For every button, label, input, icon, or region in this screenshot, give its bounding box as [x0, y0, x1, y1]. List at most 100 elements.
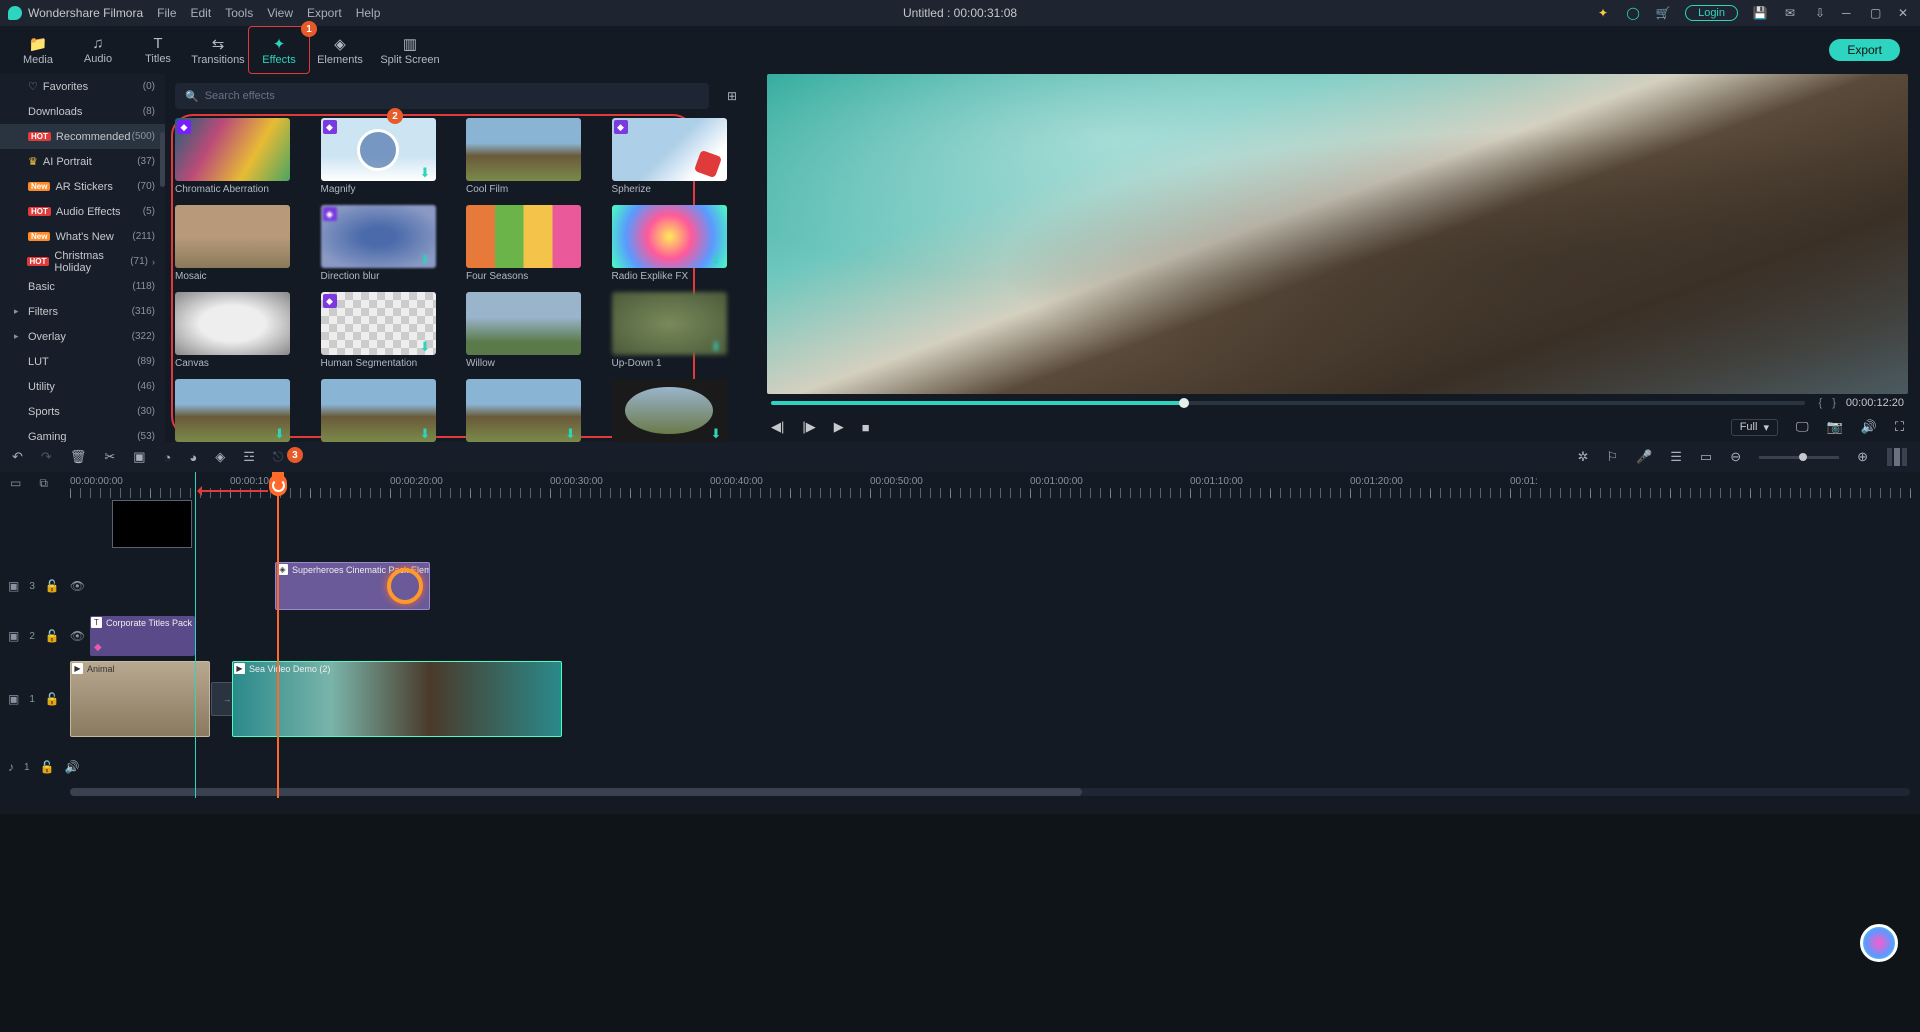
effect-thumb[interactable]: ◆: [175, 118, 290, 181]
zoom-in-button[interactable]: ⊕: [1857, 449, 1868, 465]
effect-item[interactable]: ◆Spherize: [612, 118, 727, 195]
effect-item[interactable]: ◆Chromatic Aberration: [175, 118, 290, 195]
tips-icon[interactable]: ✦: [1595, 5, 1611, 21]
eye-icon[interactable]: 👁: [70, 629, 85, 643]
split-button[interactable]: ✂: [104, 449, 115, 465]
timeline-ruler[interactable]: ▭ ⧉ 00:00:00:0000:00:10:0000:00:20:0000:…: [0, 472, 1920, 498]
keyframe-button[interactable]: ⎋: [273, 449, 283, 464]
sidebar-item-what-s-new[interactable]: NewWhat's New(211): [0, 224, 165, 249]
login-button[interactable]: Login: [1685, 5, 1738, 21]
effect-thumb[interactable]: [175, 205, 290, 268]
effect-item[interactable]: Canvas: [175, 292, 290, 369]
mark-in-icon[interactable]: {: [1819, 397, 1823, 409]
tab-media[interactable]: 📁Media: [8, 27, 68, 73]
effect-item[interactable]: ◆⬇Human Segmentation: [321, 292, 436, 369]
menu-help[interactable]: Help: [356, 6, 381, 20]
sidebar-item-ai-portrait[interactable]: ♛AI Portrait(37): [0, 149, 165, 174]
effect-thumb[interactable]: [466, 292, 581, 355]
download-icon[interactable]: ⬇: [420, 252, 434, 266]
effect-thumb[interactable]: ⬇: [466, 379, 581, 442]
download-icon[interactable]: ⬇: [274, 426, 288, 440]
sidebar-item-audio-effects[interactable]: HOTAudio Effects(5): [0, 199, 165, 224]
tab-split-screen[interactable]: ▥Split Screen: [370, 27, 450, 73]
lock-icon[interactable]: 🔓: [40, 760, 55, 774]
sidebar-item-overlay[interactable]: ▸Overlay(322): [0, 324, 165, 349]
tab-effects[interactable]: ✦Effects: [249, 27, 309, 73]
notification-icon[interactable]: ✉: [1782, 5, 1798, 21]
clip-titles[interactable]: T Corporate Titles Pack ◆: [90, 616, 195, 656]
sidebar-item-favorites[interactable]: ♡Favorites(0): [0, 74, 165, 99]
preview-scrubber[interactable]: { } 00:00:12:20: [767, 394, 1908, 412]
close-button[interactable]: ✕: [1898, 6, 1912, 20]
effect-item[interactable]: Mosaic: [175, 205, 290, 282]
tab-titles[interactable]: TTitles: [128, 27, 188, 73]
tab-audio[interactable]: ♫Audio: [68, 27, 128, 73]
download-icon[interactable]: ⬇: [711, 339, 725, 353]
effect-item[interactable]: ⬇: [466, 379, 581, 445]
effect-thumb[interactable]: ⬇: [321, 379, 436, 442]
redo-button[interactable]: ↷: [41, 449, 52, 465]
sidebar-item-basic[interactable]: Basic(118): [0, 274, 165, 299]
effect-thumb[interactable]: ◆: [612, 118, 727, 181]
tab-elements[interactable]: ◈Elements: [310, 27, 370, 73]
mark-out-icon[interactable]: }: [1832, 397, 1836, 409]
export-button[interactable]: Export: [1829, 39, 1900, 61]
effect-thumb[interactable]: [466, 205, 581, 268]
stop-button[interactable]: ■: [862, 420, 870, 435]
sidebar-item-sports[interactable]: Sports(30): [0, 399, 165, 424]
effect-item[interactable]: ◆⬇Magnify: [321, 118, 436, 195]
download-icon[interactable]: ⇩: [1812, 5, 1828, 21]
eye-icon[interactable]: 👁: [70, 579, 85, 593]
effect-thumb[interactable]: ⬇: [175, 379, 290, 442]
sidebar-item-recommended[interactable]: HOTRecommended(500): [0, 124, 165, 149]
snapshot-icon[interactable]: 📷: [1827, 419, 1843, 435]
tab-transitions[interactable]: ⇆Transitions: [188, 27, 248, 73]
help-bubble-button[interactable]: [1860, 924, 1898, 962]
sidebar-item-downloads[interactable]: Downloads(8): [0, 99, 165, 124]
clip-animal[interactable]: ▶ Animal: [70, 661, 210, 737]
speaker-icon[interactable]: 🔊: [65, 760, 80, 774]
sidebar-item-lut[interactable]: LUT(89): [0, 349, 165, 374]
effect-item[interactable]: ◆⬇Direction blur: [321, 205, 436, 282]
effect-thumb[interactable]: [466, 118, 581, 181]
magnet-icon[interactable]: ⧉: [39, 476, 48, 491]
volume-icon[interactable]: 🔊: [1861, 419, 1877, 435]
menu-view[interactable]: View: [267, 6, 293, 20]
track-head-3[interactable]: ▣3 🔓 👁: [0, 560, 70, 612]
effect-item[interactable]: ⬇: [175, 379, 290, 445]
effect-thumb[interactable]: [175, 292, 290, 355]
color-button[interactable]: ◈: [215, 449, 225, 465]
play-pause-button[interactable]: |▶: [802, 419, 815, 435]
menu-file[interactable]: File: [157, 6, 176, 20]
effect-item[interactable]: Four Seasons: [466, 205, 581, 282]
sidebar-item-christmas-holiday[interactable]: HOTChristmas Holiday(71)›: [0, 249, 165, 274]
delete-button[interactable]: 🗑: [70, 449, 87, 465]
lock-icon[interactable]: 🔓: [45, 579, 60, 593]
effect-item[interactable]: ⬇: [321, 379, 436, 445]
clip-element[interactable]: ◈ Superheroes Cinematic Pack Element: [275, 562, 430, 610]
effect-item[interactable]: Willow: [466, 292, 581, 369]
effect-item[interactable]: Cool Film: [466, 118, 581, 195]
marker-button[interactable]: ⚐: [1606, 449, 1618, 465]
track-options-icon[interactable]: ▭: [10, 476, 21, 491]
download-icon[interactable]: ⬇: [420, 165, 434, 179]
timeline-h-scrollbar[interactable]: [70, 788, 1910, 796]
effect-thumb[interactable]: ⬇: [612, 379, 727, 442]
display-icon[interactable]: 🖵: [1796, 419, 1809, 435]
voiceover-button[interactable]: 🎤: [1636, 449, 1652, 465]
effect-item[interactable]: ⬇Radio Explike FX: [612, 205, 727, 282]
quality-selector[interactable]: Full▾: [1731, 419, 1778, 436]
effect-thumb[interactable]: ◆⬇: [321, 292, 436, 355]
sidebar-item-utility[interactable]: Utility(46): [0, 374, 165, 399]
effect-item[interactable]: ⬇: [612, 379, 727, 445]
adjust-button[interactable]: ☲: [243, 449, 255, 464]
download-icon[interactable]: ⬇: [711, 252, 725, 266]
track-head-1[interactable]: ▣1 🔓 👁: [0, 660, 70, 738]
download-icon[interactable]: ⬇: [420, 426, 434, 440]
preview-canvas[interactable]: [767, 74, 1908, 394]
save-icon[interactable]: 💾: [1752, 5, 1768, 21]
effect-thumb[interactable]: ⬇: [612, 292, 727, 355]
sidebar-item-gaming[interactable]: Gaming(53): [0, 424, 165, 442]
timeline-scroll-indicator[interactable]: [1886, 448, 1908, 466]
download-icon[interactable]: ⬇: [565, 426, 579, 440]
